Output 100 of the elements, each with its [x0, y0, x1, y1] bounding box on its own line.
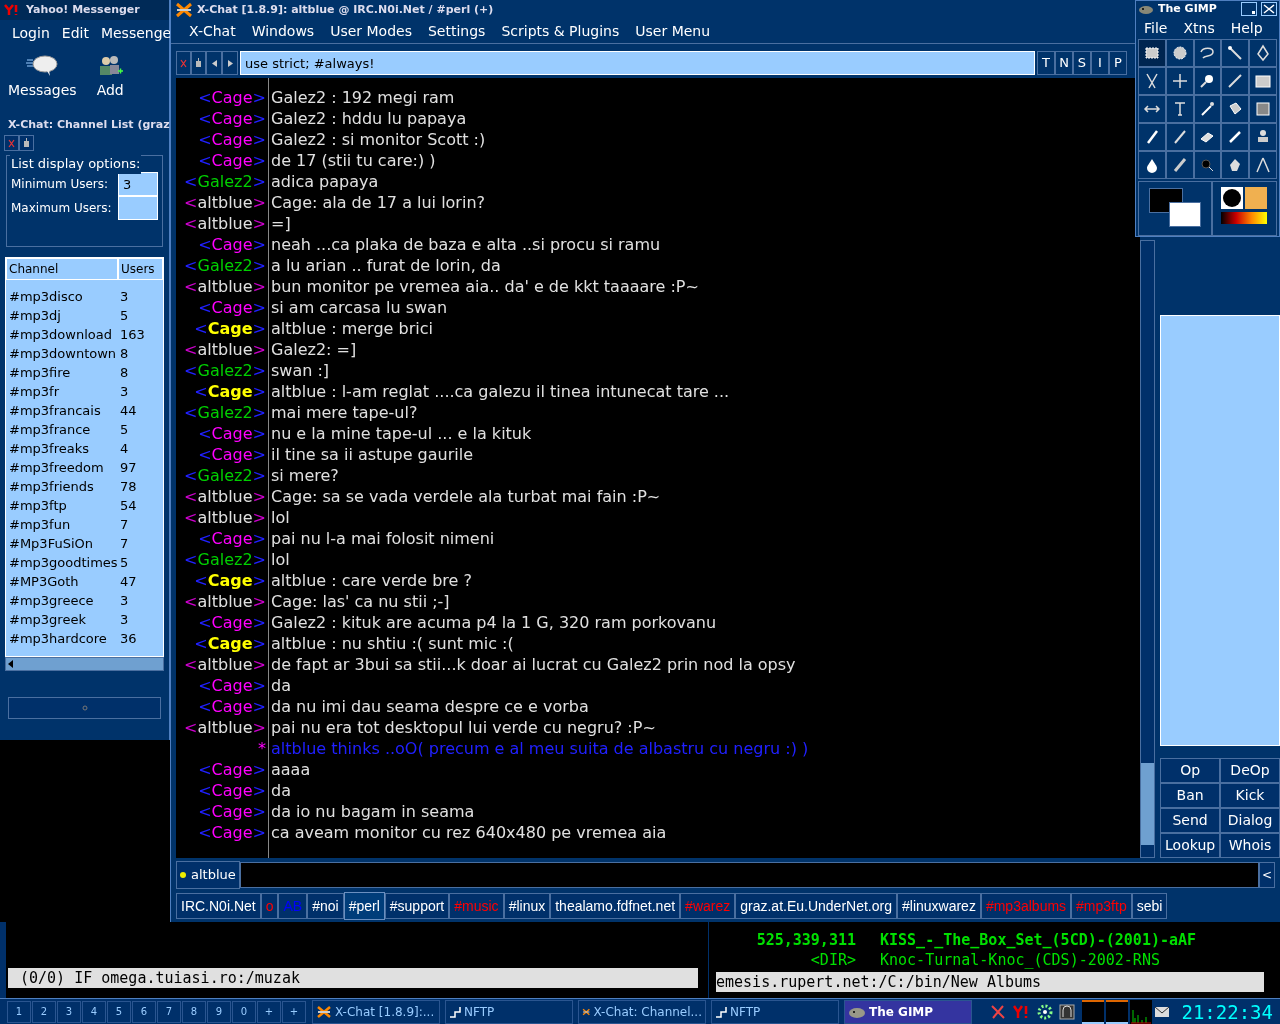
tool-button[interactable]	[1249, 95, 1277, 123]
tool-button[interactable]	[1249, 123, 1277, 151]
tool-button[interactable]	[1138, 151, 1166, 179]
scrollbar[interactable]	[5, 657, 164, 671]
mode-button[interactable]: T	[1037, 51, 1055, 75]
close-button[interactable]	[1261, 2, 1277, 17]
user-action-button[interactable]: Ban	[1160, 783, 1221, 808]
channel-tab[interactable]: sebi	[1131, 893, 1168, 919]
message-input[interactable]	[239, 862, 1259, 888]
tool-button[interactable]	[1249, 151, 1277, 179]
user-action-button[interactable]: Lookup	[1160, 833, 1221, 858]
desktop-button[interactable]: 4	[82, 1000, 106, 1023]
user-action-button[interactable]: Op	[1160, 758, 1221, 783]
menu-item[interactable]: Login	[12, 22, 50, 44]
tool-button[interactable]	[1193, 123, 1222, 151]
user-action-button[interactable]: Dialog	[1220, 808, 1280, 833]
menu-item[interactable]: User Modes	[330, 21, 412, 42]
tool-button[interactable]	[1165, 95, 1194, 123]
user-action-button[interactable]: Whois	[1220, 833, 1280, 858]
mode-button[interactable]: I	[1091, 51, 1109, 75]
previous-button[interactable]	[206, 51, 222, 75]
tool-button[interactable]	[1165, 123, 1194, 151]
tool-button[interactable]	[1221, 151, 1250, 179]
column-header[interactable]: Channel	[6, 258, 118, 280]
desktop-button[interactable]: +	[257, 1000, 281, 1023]
tool-button[interactable]	[1221, 39, 1250, 67]
channel-tab[interactable]: #linux	[503, 893, 551, 919]
menu-item[interactable]: File	[1144, 17, 1168, 39]
tool-button[interactable]	[1165, 151, 1194, 179]
brush-pattern-gradient[interactable]	[1212, 181, 1277, 236]
minimize-button[interactable]	[1241, 2, 1257, 17]
refresh-button[interactable]	[8, 697, 161, 719]
tool-button[interactable]	[1193, 67, 1222, 95]
menu-item[interactable]: Settings	[428, 21, 486, 42]
nick-button[interactable]: altblue	[176, 861, 240, 889]
tool-button[interactable]	[1221, 95, 1250, 123]
channel-tab[interactable]: #perl	[343, 892, 385, 920]
color-selector[interactable]	[1138, 181, 1212, 236]
tool-button[interactable]	[1138, 95, 1166, 123]
channel-tab[interactable]: #noi	[307, 893, 344, 919]
menu-item[interactable]: Xtns	[1183, 17, 1215, 39]
channel-tab[interactable]: #support	[384, 893, 450, 919]
detach-button[interactable]	[19, 135, 34, 151]
tool-button[interactable]	[1165, 39, 1194, 67]
column-header[interactable]: Users	[118, 258, 163, 280]
table-cell-text: 4	[120, 439, 129, 458]
mode-button[interactable]: P	[1109, 51, 1127, 75]
taskbar-button[interactable]: The GIMP	[844, 999, 972, 1024]
nick: <Cage>	[197, 150, 267, 171]
desktop-button[interactable]: 5	[107, 1000, 131, 1023]
desktop-button[interactable]: 9	[207, 1000, 231, 1023]
channel-tab[interactable]: #linuxwarez	[897, 893, 981, 919]
toolbar-button[interactable]: Add	[96, 54, 124, 101]
desktop-button[interactable]: 0	[232, 1000, 256, 1023]
channel-tab[interactable]: graz.at.Eu.UnderNet.org	[735, 893, 897, 919]
tool-button[interactable]	[1138, 39, 1166, 67]
message-text: aaaa	[270, 759, 311, 780]
user-action-button[interactable]: Send	[1160, 808, 1221, 833]
tool-button[interactable]	[1193, 95, 1222, 123]
mode-button[interactable]: N	[1055, 51, 1073, 75]
desktop-button[interactable]: 6	[132, 1000, 156, 1023]
desktop-button[interactable]: 7	[157, 1000, 181, 1023]
tool-button[interactable]	[1249, 39, 1277, 67]
user-action-button[interactable]: Kick	[1220, 783, 1280, 808]
scrollbar-thumb[interactable]	[1141, 763, 1155, 845]
topic-field[interactable]: use strict; #always!	[240, 51, 1035, 75]
scrollbar[interactable]	[1140, 240, 1156, 858]
tool-button[interactable]	[1138, 123, 1166, 151]
desktop-button[interactable]: 8	[182, 1000, 206, 1023]
tool-button[interactable]	[1221, 123, 1250, 151]
desktop-button[interactable]: 3	[57, 1000, 81, 1023]
next-button[interactable]	[222, 51, 238, 75]
detach-button[interactable]	[191, 51, 206, 75]
menu-item[interactable]: X-Chat	[189, 21, 236, 42]
tool-button[interactable]	[1165, 67, 1194, 95]
tool-button[interactable]	[1249, 67, 1277, 95]
channel-tab[interactable]: thealamo.fdfnet.net	[550, 893, 681, 919]
desktop-button[interactable]: 2	[32, 1000, 56, 1023]
menu-item[interactable]: Messenge	[100, 22, 172, 44]
taskbar-button[interactable]: NFTP	[711, 999, 839, 1024]
user-action-button[interactable]: DeOp	[1220, 758, 1280, 783]
desktop-button[interactable]: +	[282, 1000, 306, 1023]
menu-item[interactable]: User Menu	[635, 21, 711, 42]
mode-button[interactable]: S	[1073, 51, 1091, 75]
menu-item[interactable]: Help	[1230, 17, 1263, 39]
tool-button[interactable]	[1221, 67, 1250, 95]
toolbar-button[interactable]: Messages	[8, 54, 77, 101]
tool-button[interactable]	[1138, 67, 1166, 95]
channel-tab[interactable]: IRC.N0i.Net	[176, 893, 261, 919]
menu-item[interactable]: Windows	[251, 21, 315, 42]
desktop-button[interactable]: 1	[7, 1000, 31, 1023]
maximum-users-field[interactable]	[118, 196, 158, 220]
collapse-button[interactable]: <	[1259, 862, 1275, 888]
tool-button[interactable]	[1193, 39, 1222, 67]
taskbar-button[interactable]: NFTP	[445, 999, 573, 1024]
menu-item[interactable]: Edit	[61, 22, 89, 44]
minimum-users-field[interactable]: 3	[118, 172, 158, 196]
taskbar-button[interactable]: X-Chat: Channel...	[578, 999, 706, 1024]
menu-item[interactable]: Scripts & Plugins	[501, 21, 620, 42]
taskbar-button[interactable]: X-Chat [1.8.9]:...	[312, 999, 440, 1024]
